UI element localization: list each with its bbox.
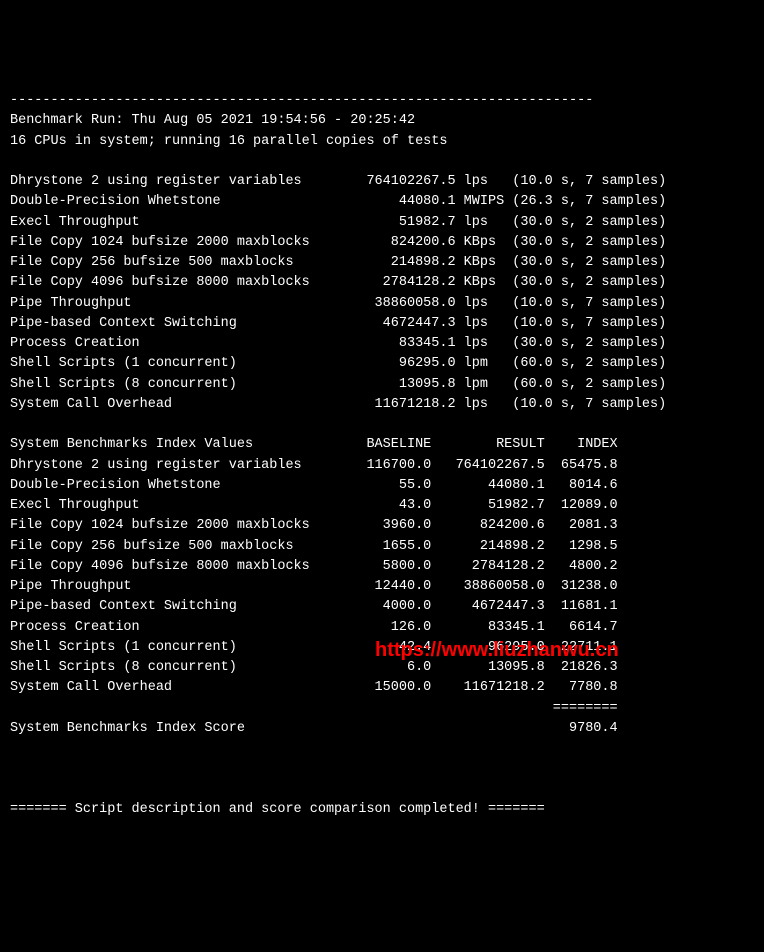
terminal-output: ----------------------------------------… (10, 91, 754, 820)
watermark-text: https://www.liuzhanwu.cn (375, 635, 619, 665)
